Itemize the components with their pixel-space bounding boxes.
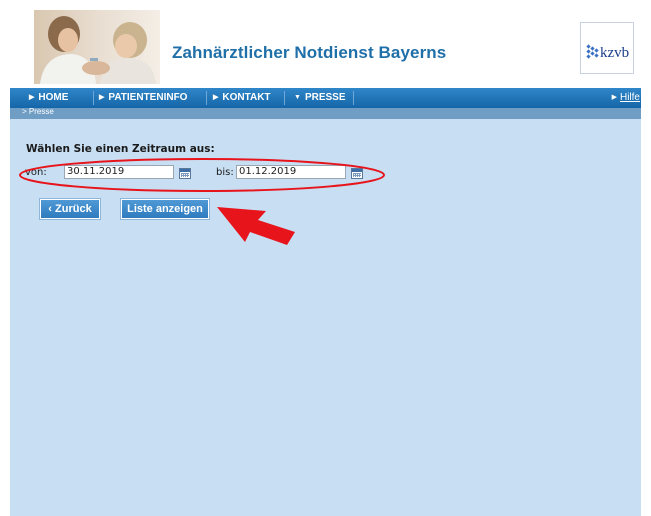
nav-item-patienteninfo[interactable]: ▶ PATIENTENINFO: [99, 88, 187, 108]
form-heading: Wählen Sie einen Zeitraum aus:: [26, 143, 215, 155]
arrow-right-icon: ▶: [213, 94, 219, 101]
show-list-button[interactable]: Liste anzeigen: [120, 198, 210, 220]
nav-item-presse[interactable]: ▼ PRESSE: [294, 88, 346, 108]
nav-item-label: PRESSE: [304, 92, 346, 103]
calendar-icon[interactable]: [351, 168, 363, 179]
main-nav: ▶ HOME ▶ PATIENTENINFO ▶ KONTAKT ▼ PRESSE ▶ H…: [10, 88, 641, 108]
to-date-label: bis:: [216, 167, 234, 178]
arrow-right-icon: ▶: [99, 94, 105, 101]
chevron-down-icon: ▼: [294, 94, 301, 101]
help-link[interactable]: ▶ Hilfe: [612, 88, 640, 108]
nav-item-label: PATIENTENINFO: [108, 92, 188, 103]
breadcrumb: > Presse: [22, 107, 54, 116]
to-date-field[interactable]: 01.12.2019: [236, 165, 346, 179]
site-title: Zahnärztlicher Notdienst Bayerns: [172, 43, 447, 62]
site-header: Zahnärztlicher Notdienst Bayerns kzvb: [0, 0, 651, 86]
arrow-right-icon: ▶: [29, 94, 35, 101]
header-photo: [34, 10, 160, 84]
nav-divider: [206, 91, 207, 105]
from-date-field[interactable]: 30.11.2019: [64, 165, 174, 179]
arrow-right-icon: ▶: [611, 94, 617, 101]
from-date-label: von:: [25, 167, 47, 178]
nav-divider: [93, 91, 94, 105]
nav-item-kontakt[interactable]: ▶ KONTAKT: [213, 88, 271, 108]
logo-text: kzvb: [600, 45, 630, 61]
nav-item-home[interactable]: ▶ HOME: [29, 88, 68, 108]
help-label: Hilfe: [619, 92, 640, 103]
nav-divider: [284, 91, 285, 105]
nav-item-label: KONTAKT: [222, 92, 271, 103]
nav-item-label: HOME: [38, 92, 69, 103]
kzvb-logo[interactable]: kzvb: [580, 22, 634, 74]
calendar-icon[interactable]: [179, 168, 191, 179]
back-button[interactable]: ‹ Zurück: [39, 198, 101, 220]
nav-divider: [353, 91, 354, 105]
breadcrumb-bar: > Presse: [10, 107, 641, 119]
main-content: Wählen Sie einen Zeitraum aus: von: 30.1…: [10, 119, 641, 516]
